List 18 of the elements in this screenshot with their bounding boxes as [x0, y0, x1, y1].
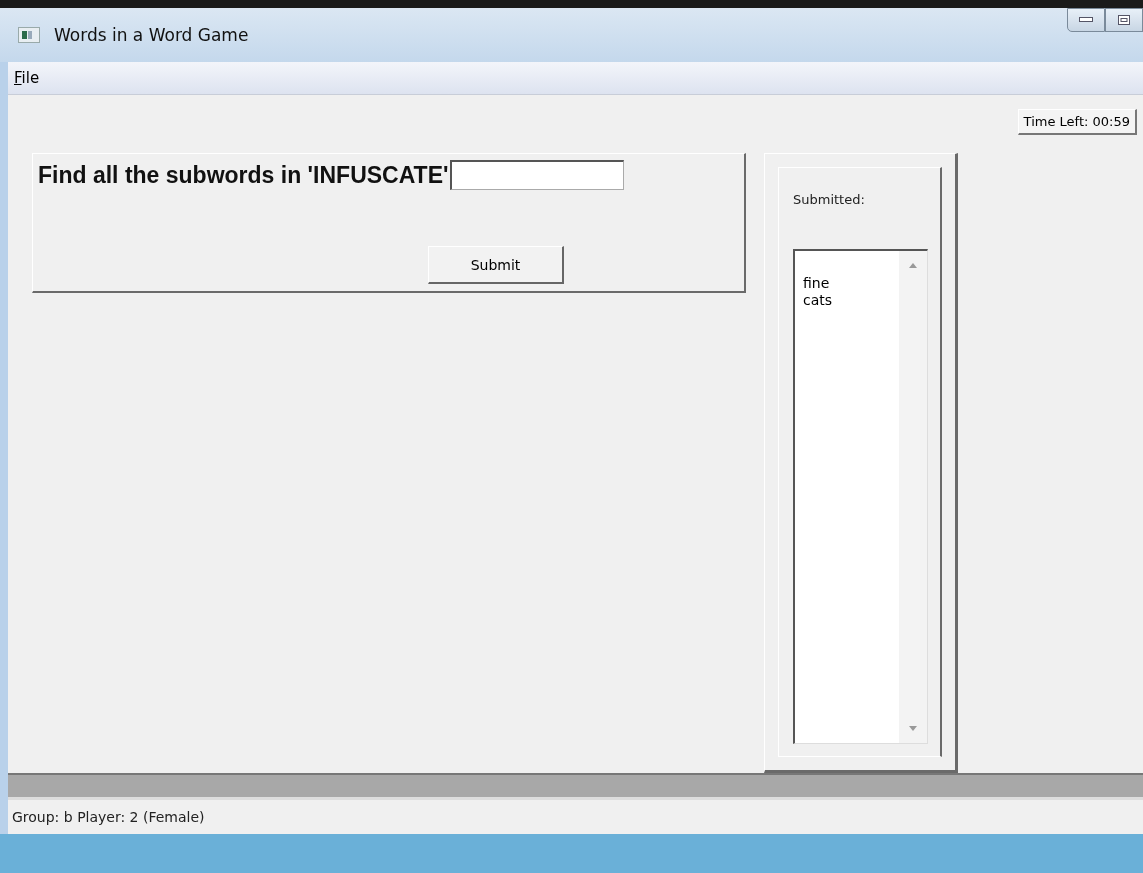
submitted-word: fine: [803, 275, 831, 292]
scroll-down-icon[interactable]: [909, 726, 917, 731]
submitted-word: cats: [803, 292, 834, 309]
submit-button[interactable]: Submit: [428, 246, 564, 284]
scroll-up-icon[interactable]: [909, 263, 917, 268]
prompt-text: Find all the subwords in 'INFUSCATE': [38, 161, 449, 189]
status-text: Group: b Player: 2 (Female): [12, 809, 205, 825]
scrollbar[interactable]: [899, 251, 927, 743]
minimize-icon: [1079, 17, 1093, 23]
answer-field[interactable]: [450, 160, 625, 190]
menu-item[interactable]: File: [14, 69, 40, 87]
submitted-label: Submitted:: [793, 192, 866, 207]
timer-display: Time Left: 00:59: [1017, 109, 1137, 135]
app-icon: [18, 27, 40, 43]
maximize-icon: [1118, 15, 1130, 25]
window-title: Words in a Word Game: [54, 25, 249, 45]
maximize-button[interactable]: [1105, 8, 1143, 32]
minimize-button[interactable]: [1067, 8, 1105, 32]
